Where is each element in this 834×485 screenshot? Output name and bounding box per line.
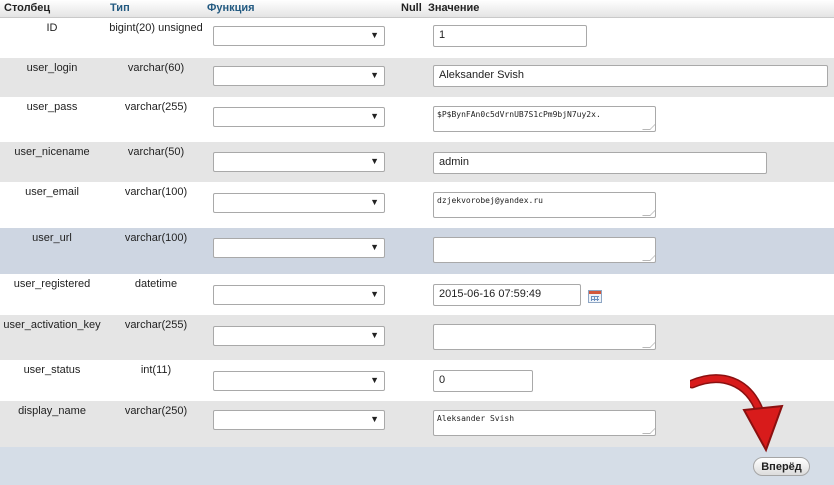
function-select[interactable]: ▼ [213,285,385,305]
resize-handle[interactable] [642,426,655,434]
dropdown-arrow-icon: ▼ [370,30,379,40]
column-name: user_registered [13,278,91,290]
function-select[interactable]: ▼ [213,26,385,46]
column-name: user_nicename [14,146,90,158]
textarea-text: $P$BynFAn0c5dVrnUB7S1cPm9bjN7uy2x. [437,110,601,119]
column-name: user_activation_key [3,319,101,331]
header-function[interactable]: Функция [207,2,255,14]
header-column: Столбец [4,2,51,14]
table-row: user_activation_key varchar(255) ▼ [0,315,834,360]
function-select[interactable]: ▼ [213,326,385,346]
dropdown-arrow-icon: ▼ [370,197,379,207]
column-name: display_name [18,405,86,417]
column-type: datetime [134,278,178,290]
column-type: bigint(20) unsigned [109,22,203,34]
red-curved-arrow-icon [690,374,784,453]
column-name: user_pass [26,101,78,113]
function-select[interactable]: ▼ [213,107,385,127]
column-name: user_email [25,186,79,198]
value-input[interactable]: 2015-06-16 07:59:49 [433,284,581,306]
forward-button[interactable]: Вперёд [753,457,810,476]
dropdown-arrow-icon: ▼ [370,289,379,299]
table-row: user_email varchar(100) ▼ dzjekvorobej@y… [0,182,834,228]
table-row: ID bigint(20) unsigned ▼ 1 [0,18,834,58]
textarea-text: dzjekvorobej@yandex.ru [437,196,543,205]
value-input[interactable]: 1 [433,25,587,47]
value-input[interactable]: admin [433,152,767,174]
function-select[interactable]: ▼ [213,193,385,213]
dropdown-arrow-icon: ▼ [370,70,379,80]
column-type: varchar(50) [127,146,185,158]
calendar-icon[interactable] [588,290,602,303]
dropdown-arrow-icon: ▼ [370,156,379,166]
dropdown-arrow-icon: ▼ [370,375,379,385]
resize-handle[interactable] [642,122,655,130]
column-name: user_login [26,62,78,74]
textarea-text: Aleksander Svish [437,414,515,423]
table-row: user_nicename varchar(50) ▼ admin [0,142,834,182]
dropdown-arrow-icon: ▼ [370,414,379,424]
value-textarea[interactable]: Aleksander Svish [433,410,656,436]
table-row: user_login varchar(60) ▼ Aleksander Svis… [0,58,834,97]
header-type[interactable]: Тип [110,2,130,14]
function-select[interactable]: ▼ [213,152,385,172]
table-row: user_pass varchar(255) ▼ $P$BynFAn0c5dVr… [0,97,834,142]
header-null: Null [401,2,422,14]
function-select[interactable]: ▼ [213,410,385,430]
table-header: Столбец Тип Функция Null Значение [0,0,834,18]
function-select[interactable]: ▼ [213,66,385,86]
column-name: user_url [32,232,72,244]
value-input[interactable]: Aleksander Svish [433,65,828,87]
value-textarea[interactable] [433,237,656,263]
dropdown-arrow-icon: ▼ [370,111,379,121]
column-type: int(11) [140,364,172,376]
dropdown-arrow-icon: ▼ [370,242,379,252]
function-select[interactable]: ▼ [213,371,385,391]
table-row: user_url varchar(100) ▼ [0,228,834,274]
function-select[interactable]: ▼ [213,238,385,258]
column-type: varchar(250) [124,405,188,417]
value-textarea[interactable] [433,324,656,350]
resize-handle[interactable] [642,253,655,261]
resize-handle[interactable] [642,340,655,348]
resize-handle[interactable] [642,208,655,216]
column-type: varchar(255) [124,319,188,331]
value-textarea[interactable]: $P$BynFAn0c5dVrnUB7S1cPm9bjN7uy2x. [433,106,656,132]
header-value: Значение [428,2,480,14]
column-type: varchar(100) [124,186,188,198]
column-type: varchar(100) [124,232,188,244]
table-row: user_registered datetime ▼ 2015-06-16 07… [0,274,834,315]
column-type: varchar(255) [124,101,188,113]
column-type: varchar(60) [127,62,185,74]
column-name: user_status [23,364,81,376]
column-name: ID [46,22,58,34]
dropdown-arrow-icon: ▼ [370,330,379,340]
value-input[interactable]: 0 [433,370,533,392]
value-textarea[interactable]: dzjekvorobej@yandex.ru [433,192,656,218]
